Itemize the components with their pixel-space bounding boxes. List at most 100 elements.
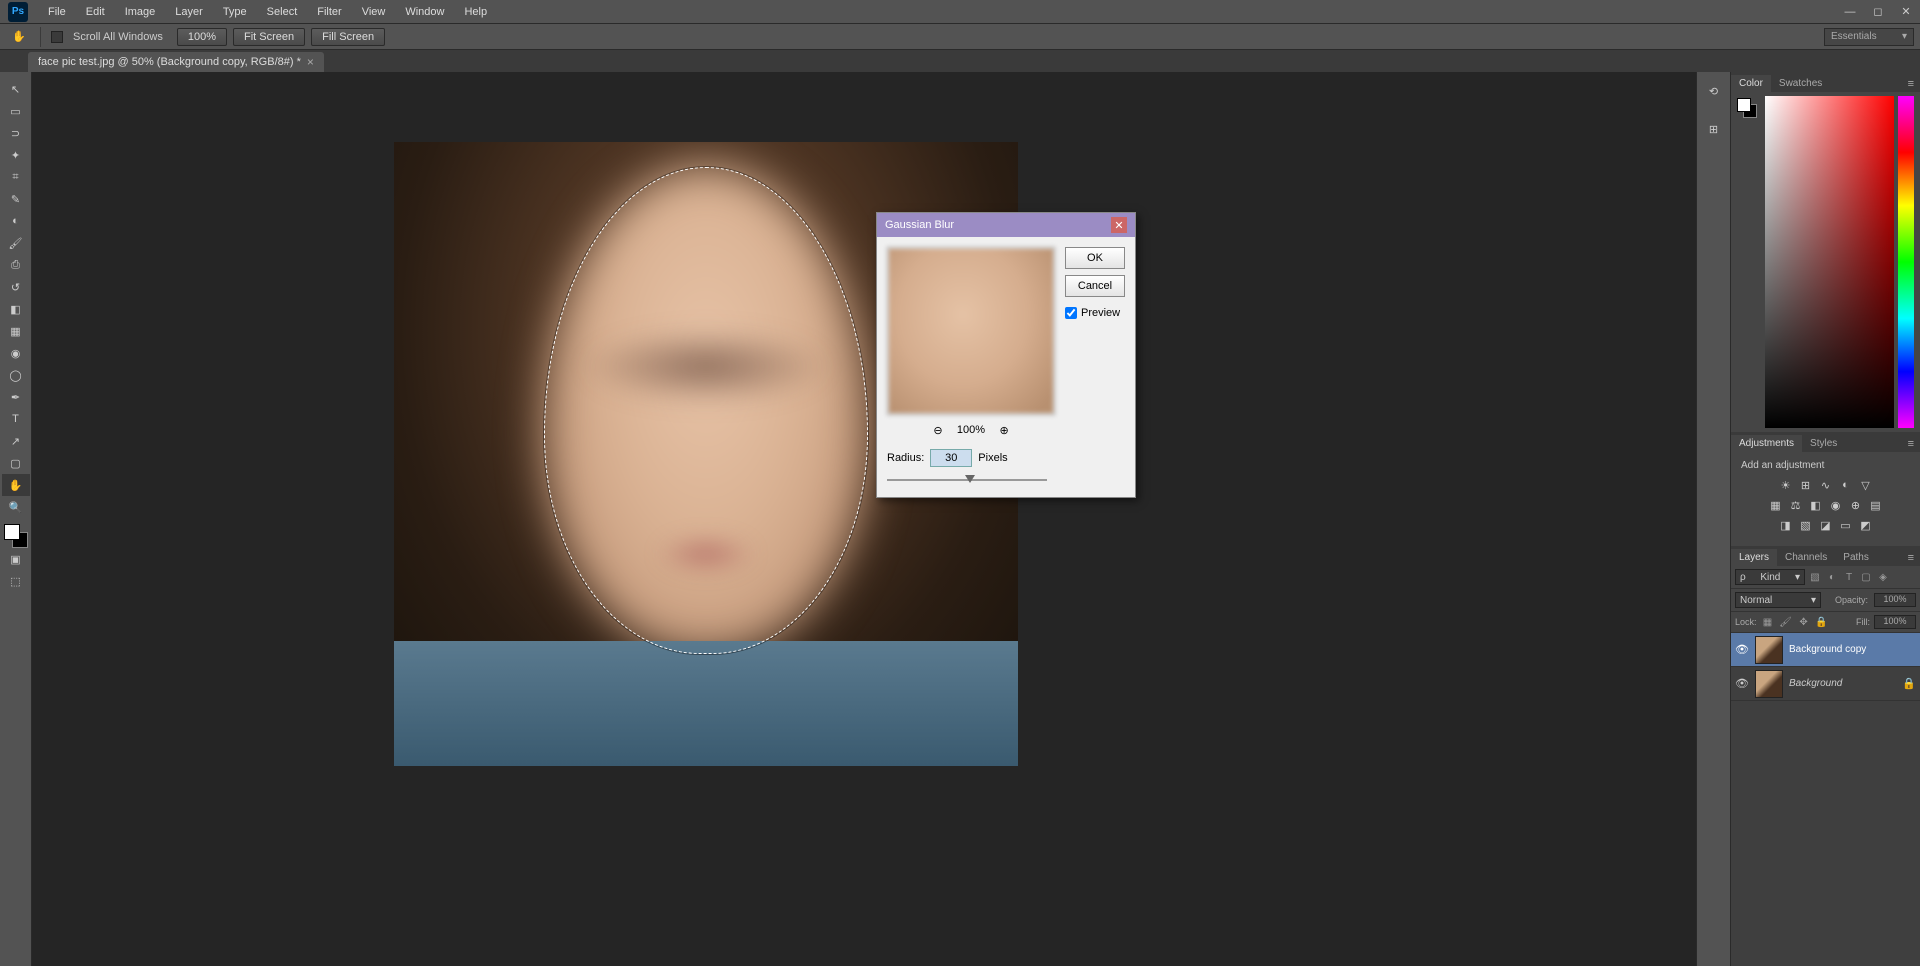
dodge-tool[interactable]: ◯ xyxy=(2,364,30,386)
posterize-icon[interactable]: ▧ xyxy=(1798,517,1814,533)
clone-stamp-tool[interactable]: ⎙ xyxy=(2,254,30,276)
menu-layer[interactable]: Layer xyxy=(165,2,213,22)
blur-tool[interactable]: ◉ xyxy=(2,342,30,364)
adjust-panel-menu-icon[interactable]: ≡ xyxy=(1902,436,1920,452)
curves-icon[interactable]: ∿ xyxy=(1818,477,1834,493)
dialog-titlebar[interactable]: Gaussian Blur ✕ xyxy=(877,213,1135,237)
lock-all-icon[interactable]: 🔒 xyxy=(1815,615,1829,629)
tab-channels[interactable]: Channels xyxy=(1777,549,1835,566)
lock-paint-icon[interactable]: 🖌 xyxy=(1779,615,1793,629)
eyedropper-tool[interactable]: ✎ xyxy=(2,188,30,210)
levels-icon[interactable]: ⊞ xyxy=(1798,477,1814,493)
marquee-tool[interactable]: ▭ xyxy=(2,100,30,122)
menu-select[interactable]: Select xyxy=(257,2,308,22)
healing-brush-tool[interactable]: ◐ xyxy=(2,210,30,232)
hand-tool[interactable]: ✋ xyxy=(2,474,30,496)
photo-filter-icon[interactable]: ◉ xyxy=(1828,497,1844,513)
blend-mode-select[interactable]: Normal▾ xyxy=(1735,592,1821,608)
cancel-button[interactable]: Cancel xyxy=(1065,275,1125,297)
gradient-map-icon[interactable]: ▭ xyxy=(1838,517,1854,533)
minimize-button[interactable]: — xyxy=(1836,2,1864,22)
menu-image[interactable]: Image xyxy=(115,2,166,22)
lasso-tool[interactable]: ⊃ xyxy=(2,122,30,144)
magic-wand-tool[interactable]: ✦ xyxy=(2,144,30,166)
color-field[interactable] xyxy=(1765,96,1894,428)
menu-help[interactable]: Help xyxy=(454,2,497,22)
color-panel-menu-icon[interactable]: ≡ xyxy=(1902,76,1920,92)
layer-item[interactable]: 👁 Background copy xyxy=(1731,633,1920,667)
zoom-in-icon[interactable]: ⊕ xyxy=(995,421,1013,439)
vibrance-icon[interactable]: ▽ xyxy=(1858,477,1874,493)
visibility-icon[interactable]: 👁 xyxy=(1735,643,1749,657)
radius-slider[interactable] xyxy=(887,473,1047,487)
slider-thumb[interactable] xyxy=(965,475,975,483)
brush-tool[interactable]: 🖌 xyxy=(2,232,30,254)
layer-name[interactable]: Background copy xyxy=(1789,644,1866,655)
filter-adjust-icon[interactable]: ◐ xyxy=(1825,570,1839,584)
close-tab-icon[interactable]: × xyxy=(307,55,314,69)
filter-smart-icon[interactable]: ◈ xyxy=(1876,570,1890,584)
lookup-icon[interactable]: ▤ xyxy=(1868,497,1884,513)
gradient-tool[interactable]: ▦ xyxy=(2,320,30,342)
blur-preview[interactable] xyxy=(887,247,1055,415)
tab-styles[interactable]: Styles xyxy=(1802,435,1845,452)
brightness-icon[interactable]: ☀ xyxy=(1778,477,1794,493)
path-select-tool[interactable]: ↗ xyxy=(2,430,30,452)
quick-mask-tool[interactable]: ▣ xyxy=(2,548,30,570)
tab-layers[interactable]: Layers xyxy=(1731,549,1777,566)
menu-edit[interactable]: Edit xyxy=(76,2,115,22)
selective-icon[interactable]: ◩ xyxy=(1858,517,1874,533)
hue-slider[interactable] xyxy=(1898,96,1914,428)
layer-thumbnail[interactable] xyxy=(1755,670,1783,698)
opacity-value[interactable]: 100% xyxy=(1874,593,1916,607)
fit-screen-button[interactable]: Fit Screen xyxy=(233,28,305,46)
hue-icon[interactable]: ▦ xyxy=(1768,497,1784,513)
pen-tool[interactable]: ✒ xyxy=(2,386,30,408)
fill-value[interactable]: 100% xyxy=(1874,615,1916,629)
crop-tool[interactable]: ⌗ xyxy=(2,166,30,188)
screen-mode-tool[interactable]: ⬚ xyxy=(2,570,30,592)
tab-paths[interactable]: Paths xyxy=(1835,549,1877,566)
color-swatches[interactable] xyxy=(4,524,28,548)
bw-icon[interactable]: ◧ xyxy=(1808,497,1824,513)
tab-swatches[interactable]: Swatches xyxy=(1771,75,1830,92)
close-button[interactable]: ✕ xyxy=(1892,2,1920,22)
tab-adjustments[interactable]: Adjustments xyxy=(1731,435,1802,452)
preview-checkbox[interactable] xyxy=(1065,307,1077,319)
dialog-close-icon[interactable]: ✕ xyxy=(1111,217,1127,233)
filter-pixel-icon[interactable]: ▧ xyxy=(1808,570,1822,584)
canvas-area[interactable]: Gaussian Blur ✕ ⊖ 100% ⊕ Radius: Pixels xyxy=(32,72,1696,966)
layer-filter-kind[interactable]: ρ Kind▾ xyxy=(1735,569,1805,585)
maximize-button[interactable]: ◻ xyxy=(1864,2,1892,22)
ok-button[interactable]: OK xyxy=(1065,247,1125,269)
menu-type[interactable]: Type xyxy=(213,2,257,22)
menu-window[interactable]: Window xyxy=(395,2,454,22)
layer-thumbnail[interactable] xyxy=(1755,636,1783,664)
filter-type-icon[interactable]: T xyxy=(1842,570,1856,584)
balance-icon[interactable]: ⚖ xyxy=(1788,497,1804,513)
history-panel-icon[interactable]: ⟲ xyxy=(1701,78,1727,104)
menu-view[interactable]: View xyxy=(352,2,396,22)
color-mini-swatches[interactable] xyxy=(1737,98,1757,118)
layer-item[interactable]: 👁 Background 🔒 xyxy=(1731,667,1920,701)
foreground-color-swatch[interactable] xyxy=(4,524,20,540)
properties-panel-icon[interactable]: ⊞ xyxy=(1701,116,1727,142)
type-tool[interactable]: T xyxy=(2,408,30,430)
preview-checkbox-row[interactable]: Preview xyxy=(1065,307,1125,319)
move-tool[interactable]: ↖ xyxy=(2,78,30,100)
lock-pos-icon[interactable]: ✥ xyxy=(1797,615,1811,629)
menu-file[interactable]: File xyxy=(38,2,76,22)
document-tab[interactable]: face pic test.jpg @ 50% (Background copy… xyxy=(28,52,324,72)
shape-tool[interactable]: ▢ xyxy=(2,452,30,474)
fill-screen-button[interactable]: Fill Screen xyxy=(311,28,385,46)
zoom-100-button[interactable]: 100% xyxy=(177,28,227,46)
filter-shape-icon[interactable]: ▢ xyxy=(1859,570,1873,584)
eraser-tool[interactable]: ◧ xyxy=(2,298,30,320)
layer-name[interactable]: Background xyxy=(1789,678,1842,689)
threshold-icon[interactable]: ◪ xyxy=(1818,517,1834,533)
layers-panel-menu-icon[interactable]: ≡ xyxy=(1902,550,1920,566)
radius-input[interactable] xyxy=(930,449,972,467)
history-brush-tool[interactable]: ↺ xyxy=(2,276,30,298)
mixer-icon[interactable]: ⊕ xyxy=(1848,497,1864,513)
visibility-icon[interactable]: 👁 xyxy=(1735,677,1749,691)
